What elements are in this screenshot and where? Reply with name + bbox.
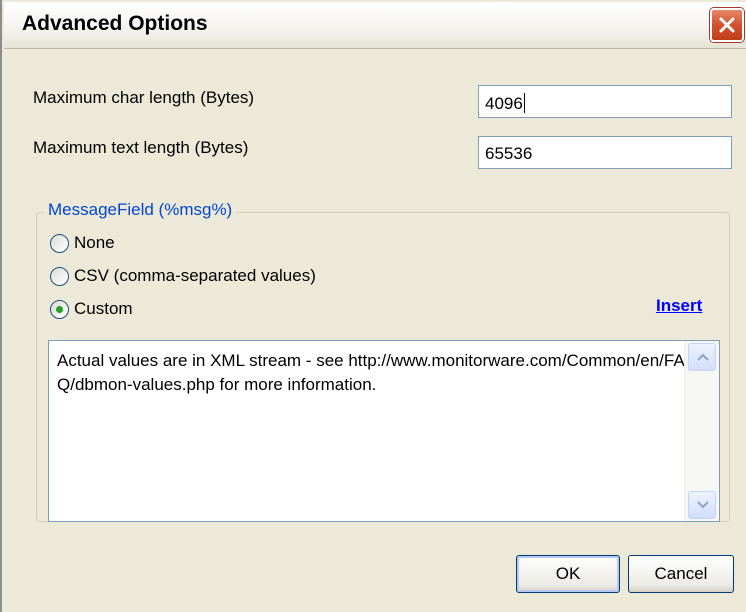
close-icon	[719, 17, 735, 33]
cancel-button[interactable]: Cancel	[628, 555, 734, 593]
message-field-legend: MessageField (%msg%)	[44, 200, 237, 220]
radio-csv-label: CSV (comma-separated values)	[74, 266, 316, 285]
text-length-value: 65536	[485, 144, 533, 163]
radio-custom-circle[interactable]	[50, 300, 69, 319]
scroll-down-button[interactable]	[688, 491, 716, 519]
vertical-scrollbar[interactable]	[684, 341, 719, 521]
chevron-up-icon	[697, 353, 709, 361]
dialog-title: Advanced Options	[22, 12, 208, 35]
radio-selected-dot	[56, 306, 63, 313]
char-length-value: 4096	[485, 94, 523, 113]
close-button[interactable]	[710, 8, 744, 42]
radio-none-label: None	[74, 233, 115, 252]
custom-message-textarea[interactable]: Actual values are in XML stream - see ht…	[48, 340, 720, 522]
custom-message-text: Actual values are in XML stream - see ht…	[57, 351, 685, 394]
ok-button[interactable]: OK	[516, 555, 620, 593]
scroll-up-button[interactable]	[688, 343, 716, 371]
radio-custom-label: Custom	[74, 299, 133, 318]
char-length-input[interactable]: 4096	[478, 85, 732, 118]
text-length-input[interactable]: 65536	[478, 136, 732, 169]
text-length-label: Maximum text length (Bytes)	[33, 138, 249, 157]
radio-csv-circle[interactable]	[50, 267, 69, 286]
advanced-options-dialog: Advanced Options Maximum char length (By…	[0, 0, 746, 612]
chevron-down-icon	[697, 501, 709, 509]
title-bar[interactable]: Advanced Options	[4, 2, 746, 49]
char-length-label: Maximum char length (Bytes)	[33, 88, 255, 107]
text-caret	[523, 93, 525, 113]
insert-link[interactable]: Insert	[656, 296, 702, 316]
radio-none-circle[interactable]	[50, 234, 69, 253]
